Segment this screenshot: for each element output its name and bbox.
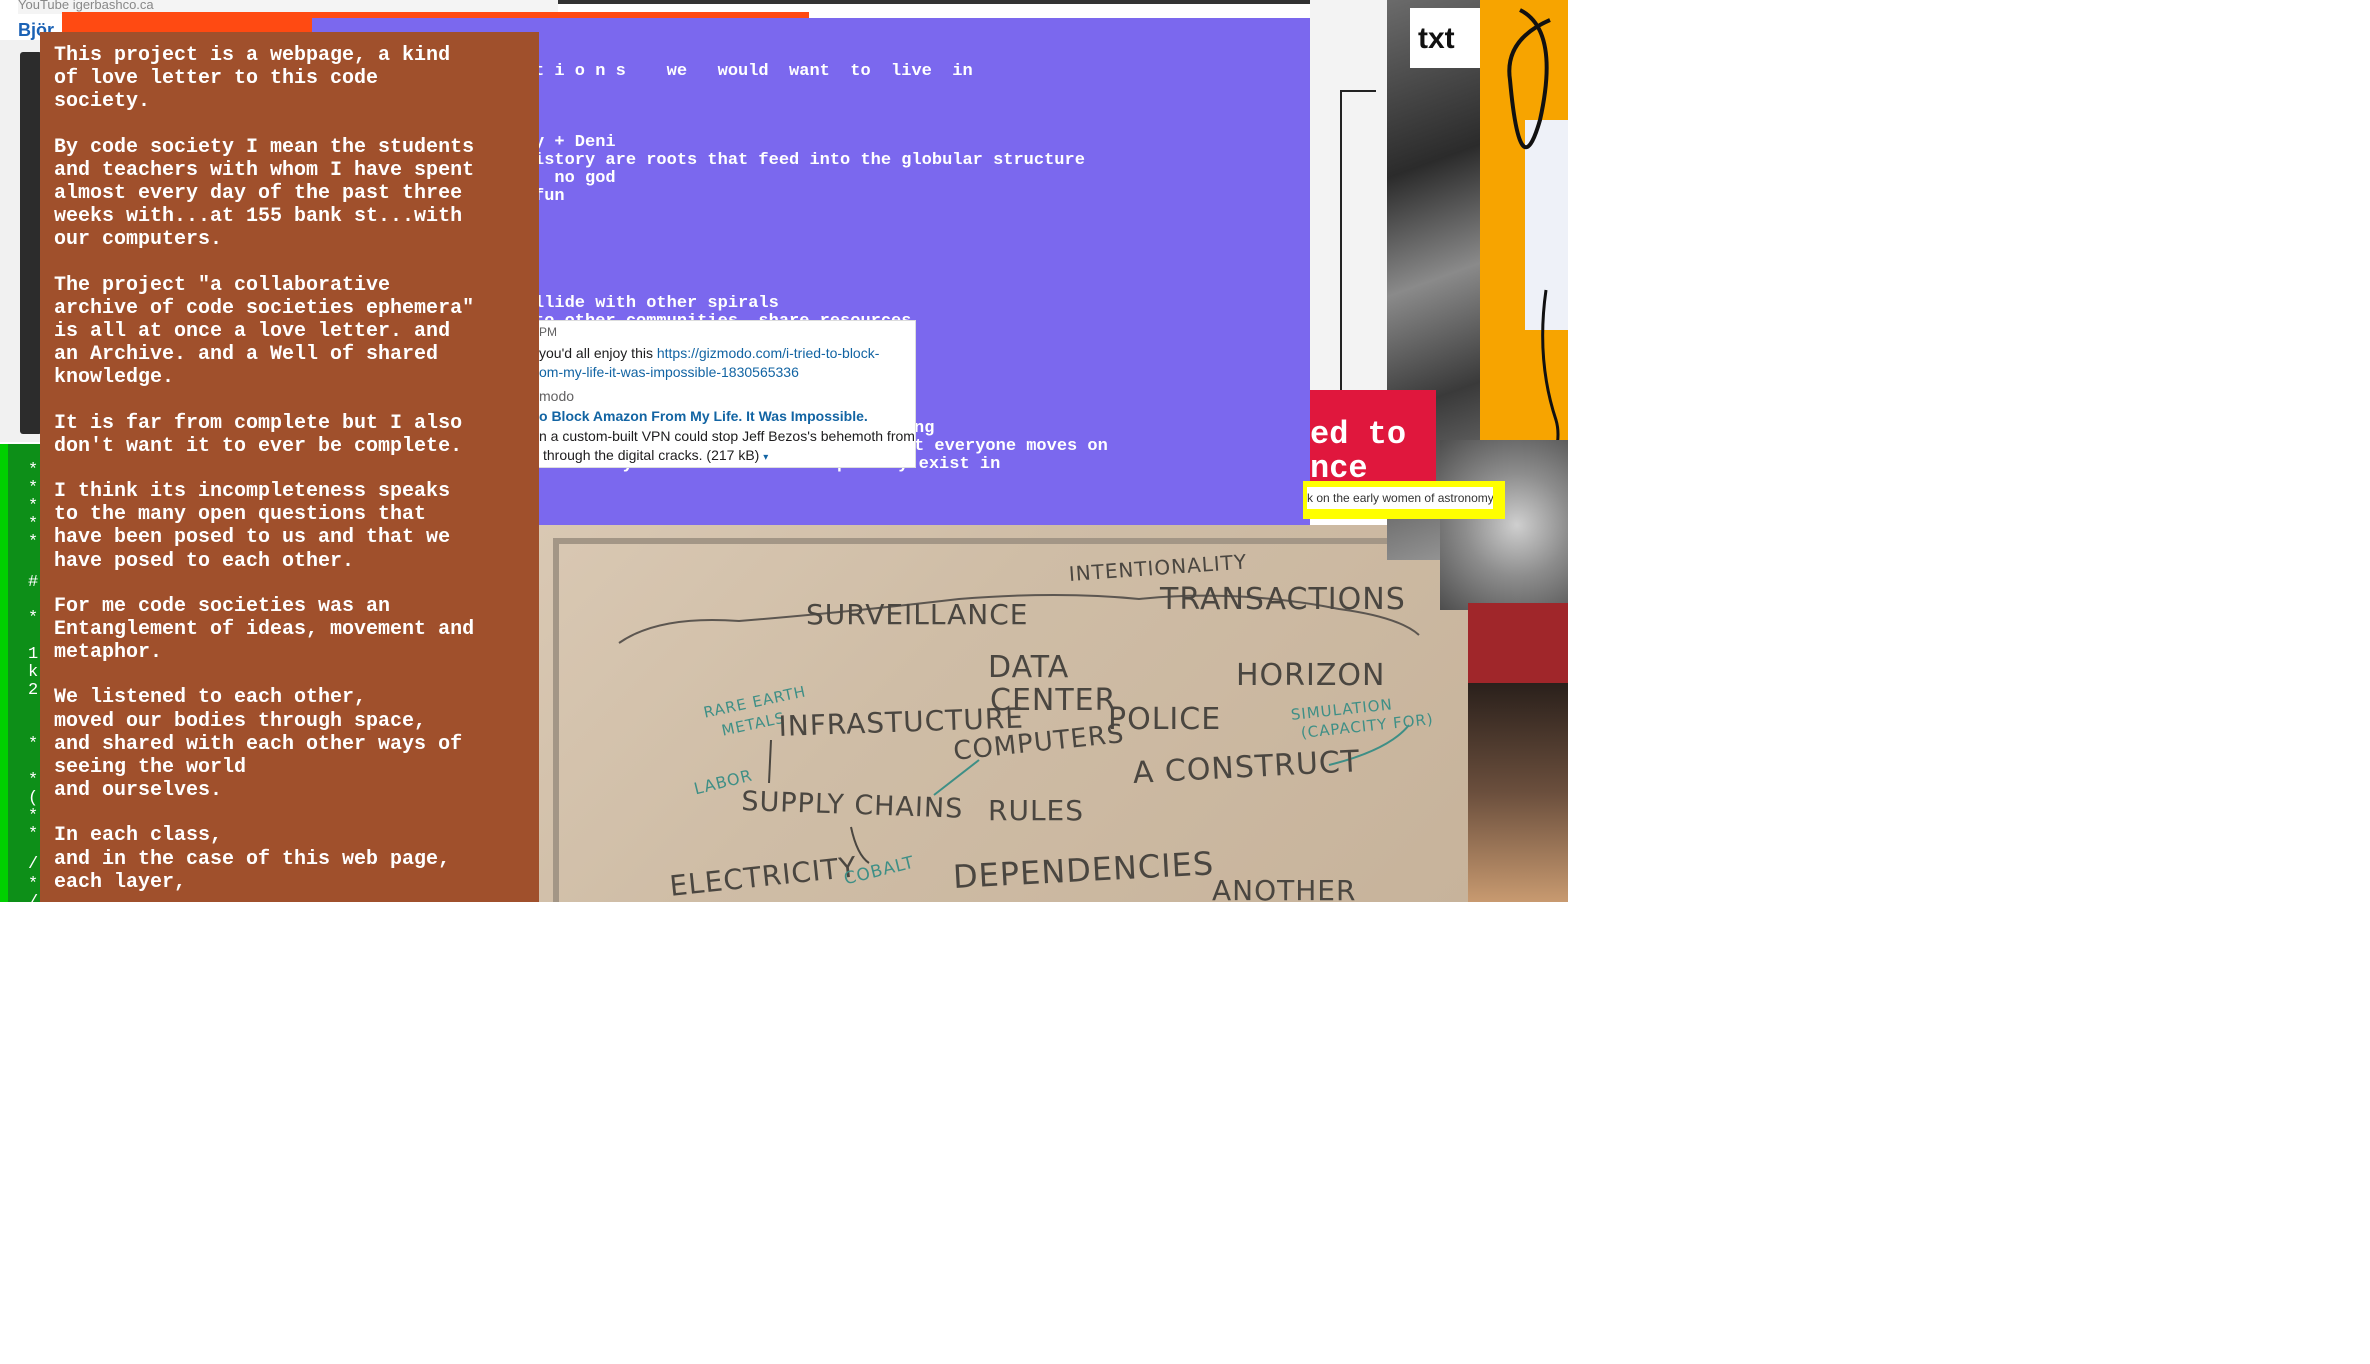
essay-paragraph: We listened to each other, moved our bod… [54,686,463,803]
preview-description-2: through the digital cracks. (217 kB) ▾ [543,447,768,463]
photo-fragment [1468,683,1568,902]
chat-link-preview[interactable]: PM you'd all enjoy this https://gizmodo.… [534,320,916,468]
terminal-line: * [28,515,39,534]
message-link[interactable]: https://gizmodo.com/i-tried-to-block- [657,345,880,361]
preview-title[interactable]: o Block Amazon From My Life. It Was Impo… [539,408,868,424]
terminal-line: * [28,735,39,754]
board-word-data: DATA [988,650,1070,685]
purple-line: t i o n s we would want to live in [534,62,973,81]
board-word-rules: RULES [988,794,1085,827]
purple-line: no god [534,169,616,188]
essay-paragraph: In each class, and in the case of this w… [54,824,451,894]
essay-text: This project is a webpage, a kind of lov… [54,44,534,902]
txt-label[interactable]: txt [1418,22,1455,56]
board-word-transactions: TRANSACTIONS [1160,582,1406,617]
board-word-surveillance: SURVEILLANCE [806,598,1029,631]
message-time: PM [539,325,557,339]
terminal-line: / [28,855,39,874]
terminal-line: * [28,771,39,790]
terminal-line: * [28,807,39,826]
purple-line: istory are roots that feed into the glob… [534,151,1085,170]
purple-line: llide with other spirals [534,294,779,313]
preview-source: modo [539,388,575,404]
red-text-box[interactable]: ed to nce [1310,390,1436,482]
board-word-another: ANOTHER [1212,874,1357,907]
purple-line: y + Deni [534,133,616,152]
essay-panel[interactable]: This project is a webpage, a kind of lov… [40,32,539,902]
terminal-line: 1 [28,645,39,664]
essay-paragraph: For me code societies was an Entanglemen… [54,594,475,665]
red-text-line: ed to [1310,416,1407,453]
silver-image [1440,440,1568,610]
picture-frame-edge [1340,90,1376,392]
ink-scribble [1507,8,1560,471]
terminal-line: # [28,573,39,592]
board-word-police: POLICE [1108,702,1222,737]
message-link-cont[interactable]: om-my-life-it-was-impossible-1830565336 [539,364,799,380]
purple-line: t everyone moves on [914,437,1108,456]
terminal-line: / [28,893,39,912]
preview-size: through the digital cracks. (217 kB) [543,447,760,463]
terminal-line: ( [28,789,39,808]
connector-line [768,739,772,784]
terminal-line: 2 [28,681,39,700]
terminal-line: * [28,875,39,894]
preview-description: n a custom-built VPN could stop Jeff Bez… [539,428,915,444]
essay-paragraph: The project "a collaborative archive of … [54,273,475,390]
essay-paragraph: It is far from complete but I also don't… [54,411,463,458]
top-dark-line [540,0,1420,4]
terminal-stripe [0,444,8,902]
terminal-line: * [28,533,39,552]
chevron-down-icon[interactable]: ▾ [763,452,768,463]
terminal-line: * [28,479,39,498]
maroon-block [1468,603,1568,683]
terminal-line: * [28,609,39,628]
essay-paragraph: By code society I mean the students and … [54,135,475,252]
essay-paragraph: I think its incompleteness speaks to the… [54,480,451,573]
essay-paragraph: This project is a webpage, a kind of lov… [54,44,451,114]
video-thumbnail[interactable] [20,52,42,434]
message-text: you'd all enjoy this https://gizmodo.com… [539,345,879,361]
terminal-line: * [28,825,39,844]
board-word-horizon: HORIZON [1236,658,1386,693]
terminal-line: k [28,663,39,682]
terminal-line: * [28,497,39,516]
purple-line: ng [914,419,935,438]
message-body: you'd all enjoy this [539,345,653,361]
red-text-line: nce [1310,450,1368,482]
astronomy-caption[interactable]: k on the early women of astronomy [1307,487,1493,509]
terminal-line: * [28,461,39,480]
